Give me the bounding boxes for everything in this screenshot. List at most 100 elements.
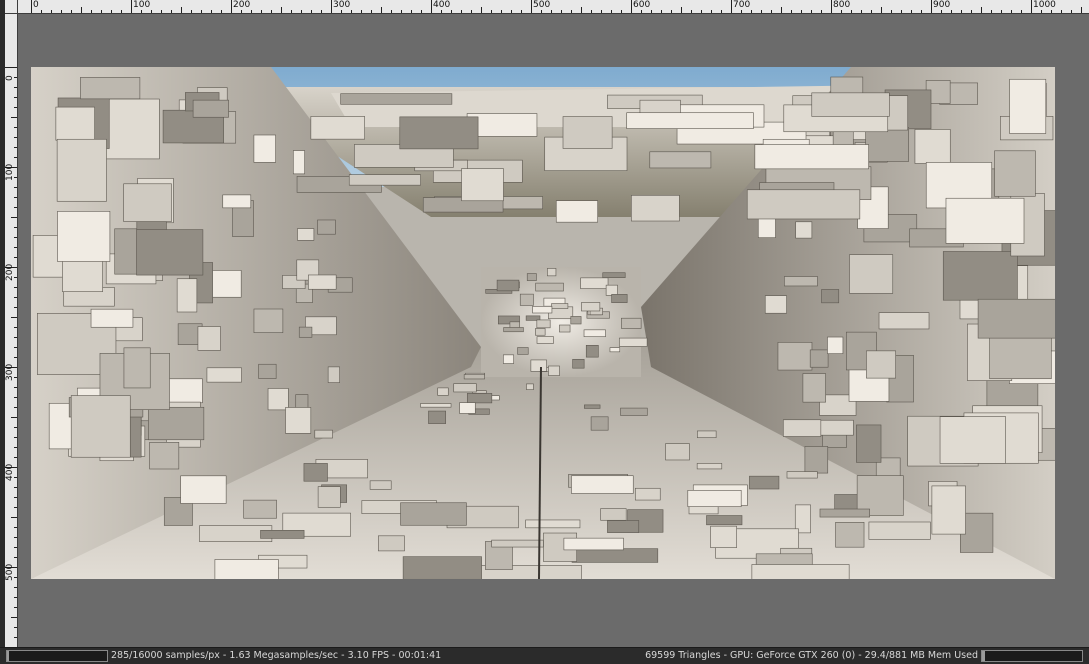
stone-block — [176, 278, 198, 313]
stone-block — [466, 393, 493, 404]
stone-block — [551, 303, 569, 309]
ruler-tick — [821, 10, 822, 13]
ruler-tick — [621, 10, 622, 13]
ruler-tick — [661, 10, 662, 13]
ruler-tick — [371, 10, 372, 13]
stone-block — [1009, 78, 1047, 134]
ruler-tick — [14, 457, 17, 458]
ruler-tick — [41, 10, 42, 13]
stone-block — [665, 443, 690, 461]
ruler-tick — [14, 447, 17, 448]
stone-block — [535, 282, 564, 292]
ruler-tick — [1061, 10, 1062, 13]
ruler-label: 0 — [5, 75, 15, 81]
stone-block — [585, 345, 599, 358]
ruler-label: 400 — [5, 463, 15, 481]
stone-block — [428, 410, 447, 424]
ruler-tick — [501, 10, 502, 13]
sample-progress-fill — [7, 651, 9, 661]
ruler-tick — [251, 10, 252, 13]
stone-block — [866, 350, 896, 379]
stone-block — [327, 366, 340, 383]
ruler-tick — [871, 10, 872, 13]
ruler-tick — [451, 10, 452, 13]
stone-block — [819, 508, 870, 518]
ruler-tick — [721, 10, 722, 13]
ruler-tick — [14, 137, 17, 138]
ruler-tick — [421, 10, 422, 13]
stone-block — [222, 194, 252, 209]
ruler-tick — [341, 10, 342, 13]
ruler-tick — [591, 10, 592, 13]
ruler-tick — [1081, 7, 1082, 13]
ruler-tick — [851, 10, 852, 13]
ruler-tick — [901, 10, 902, 13]
ruler-tick — [571, 10, 572, 13]
ruler-tick — [891, 10, 892, 13]
ruler-tick — [14, 157, 17, 158]
stone-block — [90, 308, 134, 328]
ruler-tick — [381, 7, 382, 13]
ruler-tick — [1051, 10, 1052, 13]
ruler-tick — [14, 597, 17, 598]
ruler-tick — [111, 10, 112, 13]
stone-block — [123, 347, 151, 389]
ruler-tick — [521, 10, 522, 13]
stone-block — [878, 312, 930, 330]
stone-block — [55, 106, 95, 141]
stone-block — [571, 548, 659, 563]
ruler-tick — [881, 7, 882, 13]
ruler-tick — [271, 10, 272, 13]
ruler-tick — [171, 10, 172, 13]
stone-block — [57, 211, 111, 262]
ruler-tick — [14, 127, 17, 128]
ruler-tick — [161, 10, 162, 13]
ruler-tick — [14, 197, 17, 198]
stone-block — [849, 254, 894, 294]
ruler-tick — [61, 10, 62, 13]
stone-block — [631, 195, 680, 222]
stone-block — [503, 327, 524, 333]
ruler-tick — [14, 587, 17, 588]
ruler-tick — [401, 10, 402, 13]
stone-block — [243, 499, 277, 519]
stone-block — [258, 363, 277, 379]
stone-block — [583, 329, 606, 338]
ruler-tick — [931, 0, 932, 13]
ruler-tick — [14, 347, 17, 348]
ruler-label: 400 — [433, 0, 451, 10]
ruler-tick — [531, 0, 532, 13]
ruler-tick — [651, 10, 652, 13]
ruler-tick — [14, 487, 17, 488]
ruler-tick — [141, 10, 142, 13]
stone-block — [977, 298, 1055, 339]
ruler-tick — [14, 337, 17, 338]
ruler-tick — [14, 147, 17, 148]
ruler-label: 0 — [33, 0, 39, 10]
ruler-tick — [441, 10, 442, 13]
ruler-tick — [771, 10, 772, 13]
stone-block — [590, 416, 609, 431]
ruler-tick — [941, 10, 942, 13]
stone-block — [463, 374, 485, 380]
ruler-tick — [131, 0, 132, 13]
ruler-tick — [211, 10, 212, 13]
ruler-tick — [741, 10, 742, 13]
stone-block — [267, 388, 289, 411]
ruler-label: 100 — [133, 0, 151, 10]
ruler-tick — [14, 427, 17, 428]
ruler-tick — [361, 10, 362, 13]
stone-block — [605, 284, 618, 296]
ruler-tick — [231, 0, 232, 13]
ruler-tick — [31, 0, 32, 13]
ruler-tick — [801, 10, 802, 13]
ruler-tick — [601, 10, 602, 13]
ruler-tick — [5, 67, 17, 68]
stone-block — [570, 316, 582, 325]
vertical-ruler: 0 100 200 300 400 500 — [5, 13, 18, 647]
stone-block — [532, 306, 553, 314]
stone-block — [536, 336, 554, 344]
ruler-tick — [831, 0, 832, 13]
stone-block — [815, 419, 854, 436]
stone-block — [148, 406, 205, 441]
